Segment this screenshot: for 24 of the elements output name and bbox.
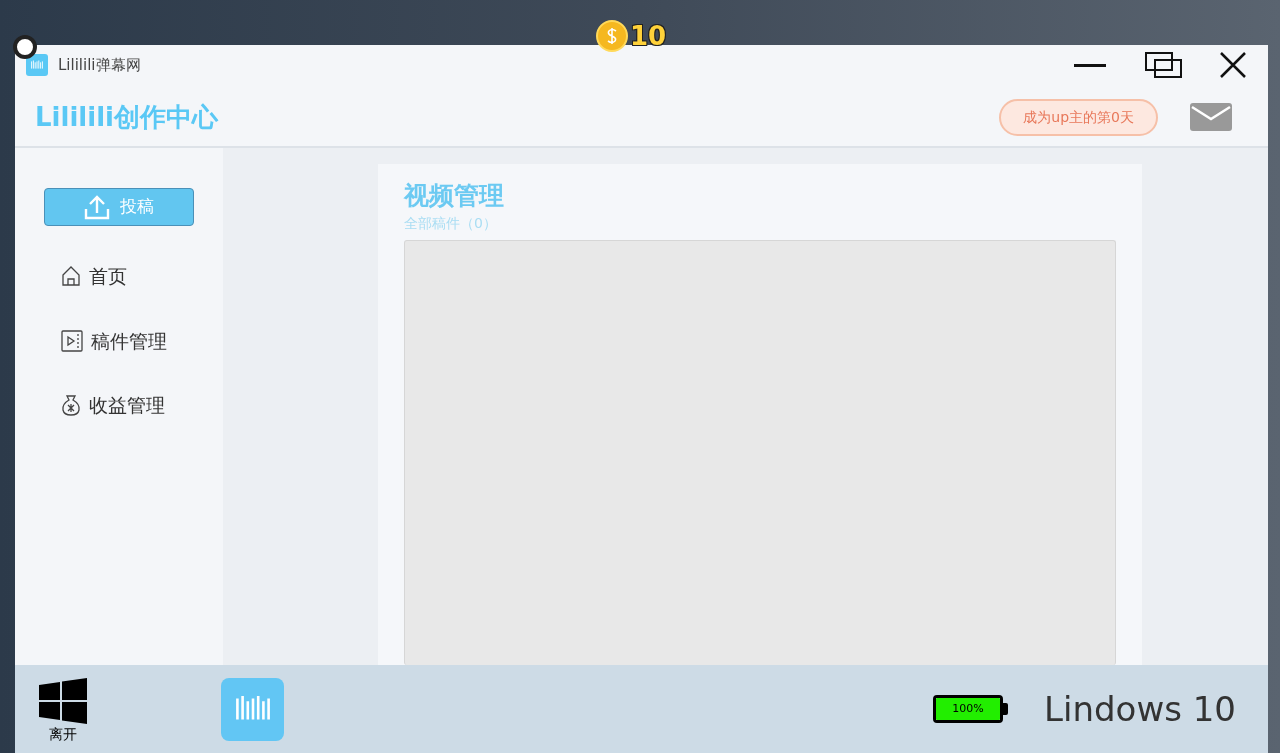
start-button[interactable]: 离开 [39, 677, 87, 741]
days-badge: 成为up主的第0天 [999, 98, 1158, 136]
window-title: Lililili弹幕网 [58, 54, 141, 76]
video-icon [61, 329, 83, 352]
sidebar-item[interactable]: 首页 [61, 262, 223, 291]
home-icon [61, 265, 81, 288]
restore-button[interactable] [1144, 50, 1184, 80]
coin-count: 10 [630, 23, 667, 49]
sidebar-item[interactable]: 稿件管理 [61, 326, 223, 355]
app-logo-icon [26, 54, 48, 76]
sidebar-item[interactable]: 收益管理 [61, 391, 223, 420]
brand-title: Lililili创作中心 [35, 100, 218, 134]
battery-reading: 100% [951, 700, 985, 717]
mail-icon[interactable] [1190, 103, 1232, 131]
upload-icon [84, 194, 110, 220]
minimize-icon [1074, 63, 1106, 67]
windows-icon [39, 677, 87, 726]
close-button[interactable] [1218, 50, 1248, 80]
os-name: Lindows 10 [1044, 687, 1236, 731]
page-subtitle: 全部稿件（0） [404, 214, 498, 234]
restore-icon [1145, 52, 1183, 78]
money-bag-icon [61, 394, 81, 417]
page-title: 视频管理 [404, 180, 505, 212]
close-icon [1220, 52, 1246, 78]
